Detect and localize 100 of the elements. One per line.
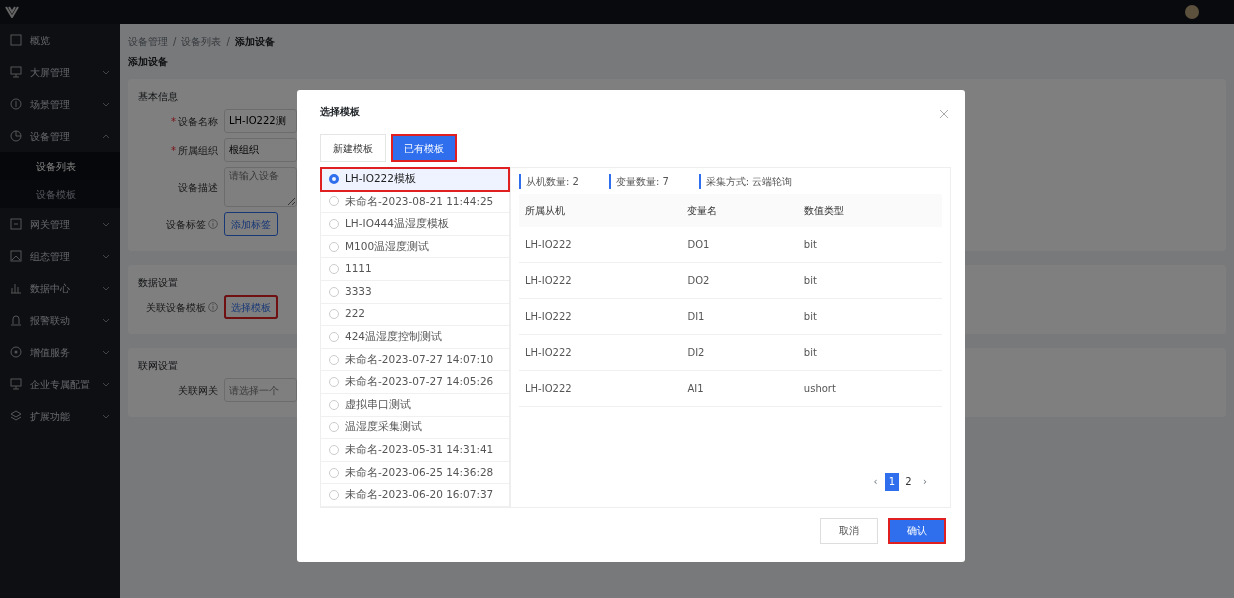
sidebar-item[interactable]: 企业专属配置 xyxy=(0,368,120,400)
sidebar-label: 增值服务 xyxy=(30,345,70,360)
sidebar-item[interactable]: 设备管理 xyxy=(0,120,120,152)
sidebar-label: 数据中心 xyxy=(30,281,70,296)
template-name: M100温湿度测试 xyxy=(345,238,430,254)
sidebar-label: 企业专属配置 xyxy=(30,377,90,392)
sidebar-label: 报警联动 xyxy=(30,313,70,328)
tab[interactable]: 已有模板 xyxy=(391,134,457,162)
column-header: 所属从机 xyxy=(519,194,682,227)
circle-icon xyxy=(10,346,22,358)
next-page-button[interactable]: › xyxy=(918,472,932,491)
sidebar-item[interactable]: 场景管理 xyxy=(0,88,120,120)
tab[interactable]: 新建模板 xyxy=(320,134,386,162)
input-field[interactable]: LH-IO222测 xyxy=(224,109,297,133)
template-name: LH-IO222模板 xyxy=(345,170,416,186)
circle-icon xyxy=(10,98,22,110)
sidebar-label: 组态管理 xyxy=(30,249,70,264)
sidebar-label: 概览 xyxy=(30,33,50,48)
template-name: 未命名-2023-06-25 14:36:28 xyxy=(345,464,494,480)
chevron-icon xyxy=(102,316,110,324)
sidebar-label: 大屏管理 xyxy=(30,65,70,80)
layers-icon xyxy=(10,410,22,422)
square-icon xyxy=(10,218,22,230)
sidebar-item[interactable]: 报警联动 xyxy=(0,304,120,336)
field-label: 设备标签 xyxy=(166,217,206,232)
table-cell: DO1 xyxy=(681,227,798,263)
monitor-icon xyxy=(10,66,22,78)
table-cell: DO2 xyxy=(681,262,798,299)
page-title: 添加设备 xyxy=(128,55,169,69)
sidebar-label: 场景管理 xyxy=(30,97,70,112)
table-cell: bit xyxy=(797,227,942,263)
sidebar-label: 网关管理 xyxy=(30,217,70,232)
chevron-icon xyxy=(102,412,110,420)
modal-title: 选择模板 xyxy=(320,105,360,119)
chevron-icon xyxy=(102,252,110,260)
breadcrumb-separator: / xyxy=(173,35,177,49)
table-cell: DI1 xyxy=(681,298,798,335)
required-mark: * xyxy=(171,143,176,158)
stat-text: 变量数量: 7 xyxy=(608,174,669,189)
sidebar-subitem[interactable]: 设备模板 xyxy=(0,180,120,208)
input-field[interactable]: 根组织 xyxy=(224,138,297,162)
sidebar-item[interactable]: 概览 xyxy=(0,24,120,56)
sidebar-item[interactable]: 大屏管理 xyxy=(0,56,120,88)
column-header: 数值类型 xyxy=(797,194,942,227)
template-option[interactable]: 未命名-2023-08-21 11:44:25 xyxy=(321,190,509,214)
prev-page-button[interactable]: ‹ xyxy=(868,472,883,491)
table-cell: bit xyxy=(797,334,942,371)
logo-icon xyxy=(5,6,19,18)
template-name: 222 xyxy=(345,306,366,322)
radio-icon xyxy=(329,173,339,184)
required-mark: * xyxy=(171,114,176,129)
page-button[interactable]: 1 xyxy=(885,472,899,491)
template-name: 未命名-2023-06-20 16:07:37 xyxy=(345,487,494,503)
chevron-icon xyxy=(102,348,110,356)
field-label: 所属组织 xyxy=(178,143,218,158)
sidebar-item[interactable]: 网关管理 xyxy=(0,208,120,240)
sidebar-item[interactable]: 扩展功能 xyxy=(0,400,120,432)
table-cell: LH-IO222 xyxy=(519,370,682,407)
sidebar-item[interactable]: 数据中心 xyxy=(0,272,120,304)
close-icon xyxy=(939,109,949,119)
chevron-icon xyxy=(102,68,110,76)
stat-text: 采集方式: 云端轮询 xyxy=(698,174,793,189)
field-label: 关联网关 xyxy=(178,383,218,398)
input-field[interactable]: 请输入设备 xyxy=(224,167,297,207)
section-title: 联网设置 xyxy=(138,360,178,371)
select-button[interactable]: 选择模板 xyxy=(224,295,278,319)
select-button[interactable]: 添加标签 xyxy=(224,212,278,236)
template-option[interactable]: LH-IO222模板 xyxy=(321,168,509,191)
chevron-icon xyxy=(102,284,110,292)
table-cell: LH-IO222 xyxy=(519,227,682,263)
sidebar-label: 设备管理 xyxy=(30,129,70,144)
table-cell: bit xyxy=(797,262,942,299)
stat-text: 从机数量: 2 xyxy=(519,174,579,189)
sidebar-subitem[interactable]: 设备列表 xyxy=(0,152,120,180)
chevron-icon xyxy=(102,380,110,388)
breadcrumb-separator: / xyxy=(226,35,230,49)
template-name: 未命名-2023-07-27 14:05:26 xyxy=(345,374,494,390)
monitor-icon xyxy=(10,378,22,390)
chevron-icon xyxy=(102,100,110,108)
table-cell: LH-IO222 xyxy=(519,262,682,299)
table-cell: DI2 xyxy=(681,334,798,371)
cancel-button[interactable]: 取消 xyxy=(820,517,878,544)
page-button[interactable]: 2 xyxy=(901,472,916,491)
bar-chart-icon xyxy=(10,282,22,294)
field-label: 设备描述 xyxy=(178,180,218,195)
avatar[interactable] xyxy=(1185,5,1199,19)
confirm-button[interactable]: 确认 xyxy=(888,517,946,544)
chevron-icon xyxy=(102,220,110,228)
breadcrumb-link[interactable]: 设备管理 xyxy=(128,34,168,49)
sidebar-item[interactable]: 增值服务 xyxy=(0,336,120,368)
table-cell: LH-IO222 xyxy=(519,334,682,371)
template-name: 虚拟串口测试 xyxy=(345,396,411,412)
template-name: 未命名-2023-08-21 11:44:25 xyxy=(345,193,494,209)
sidebar-item[interactable]: 组态管理 xyxy=(0,240,120,272)
template-name: 未命名-2023-07-27 14:07:10 xyxy=(345,351,494,367)
table-cell: bit xyxy=(797,298,942,335)
field-label: 设备名称 xyxy=(178,114,218,129)
table-cell: LH-IO222 xyxy=(519,298,682,335)
breadcrumb-link[interactable]: 设备列表 xyxy=(181,34,222,49)
bell-icon xyxy=(10,314,22,326)
